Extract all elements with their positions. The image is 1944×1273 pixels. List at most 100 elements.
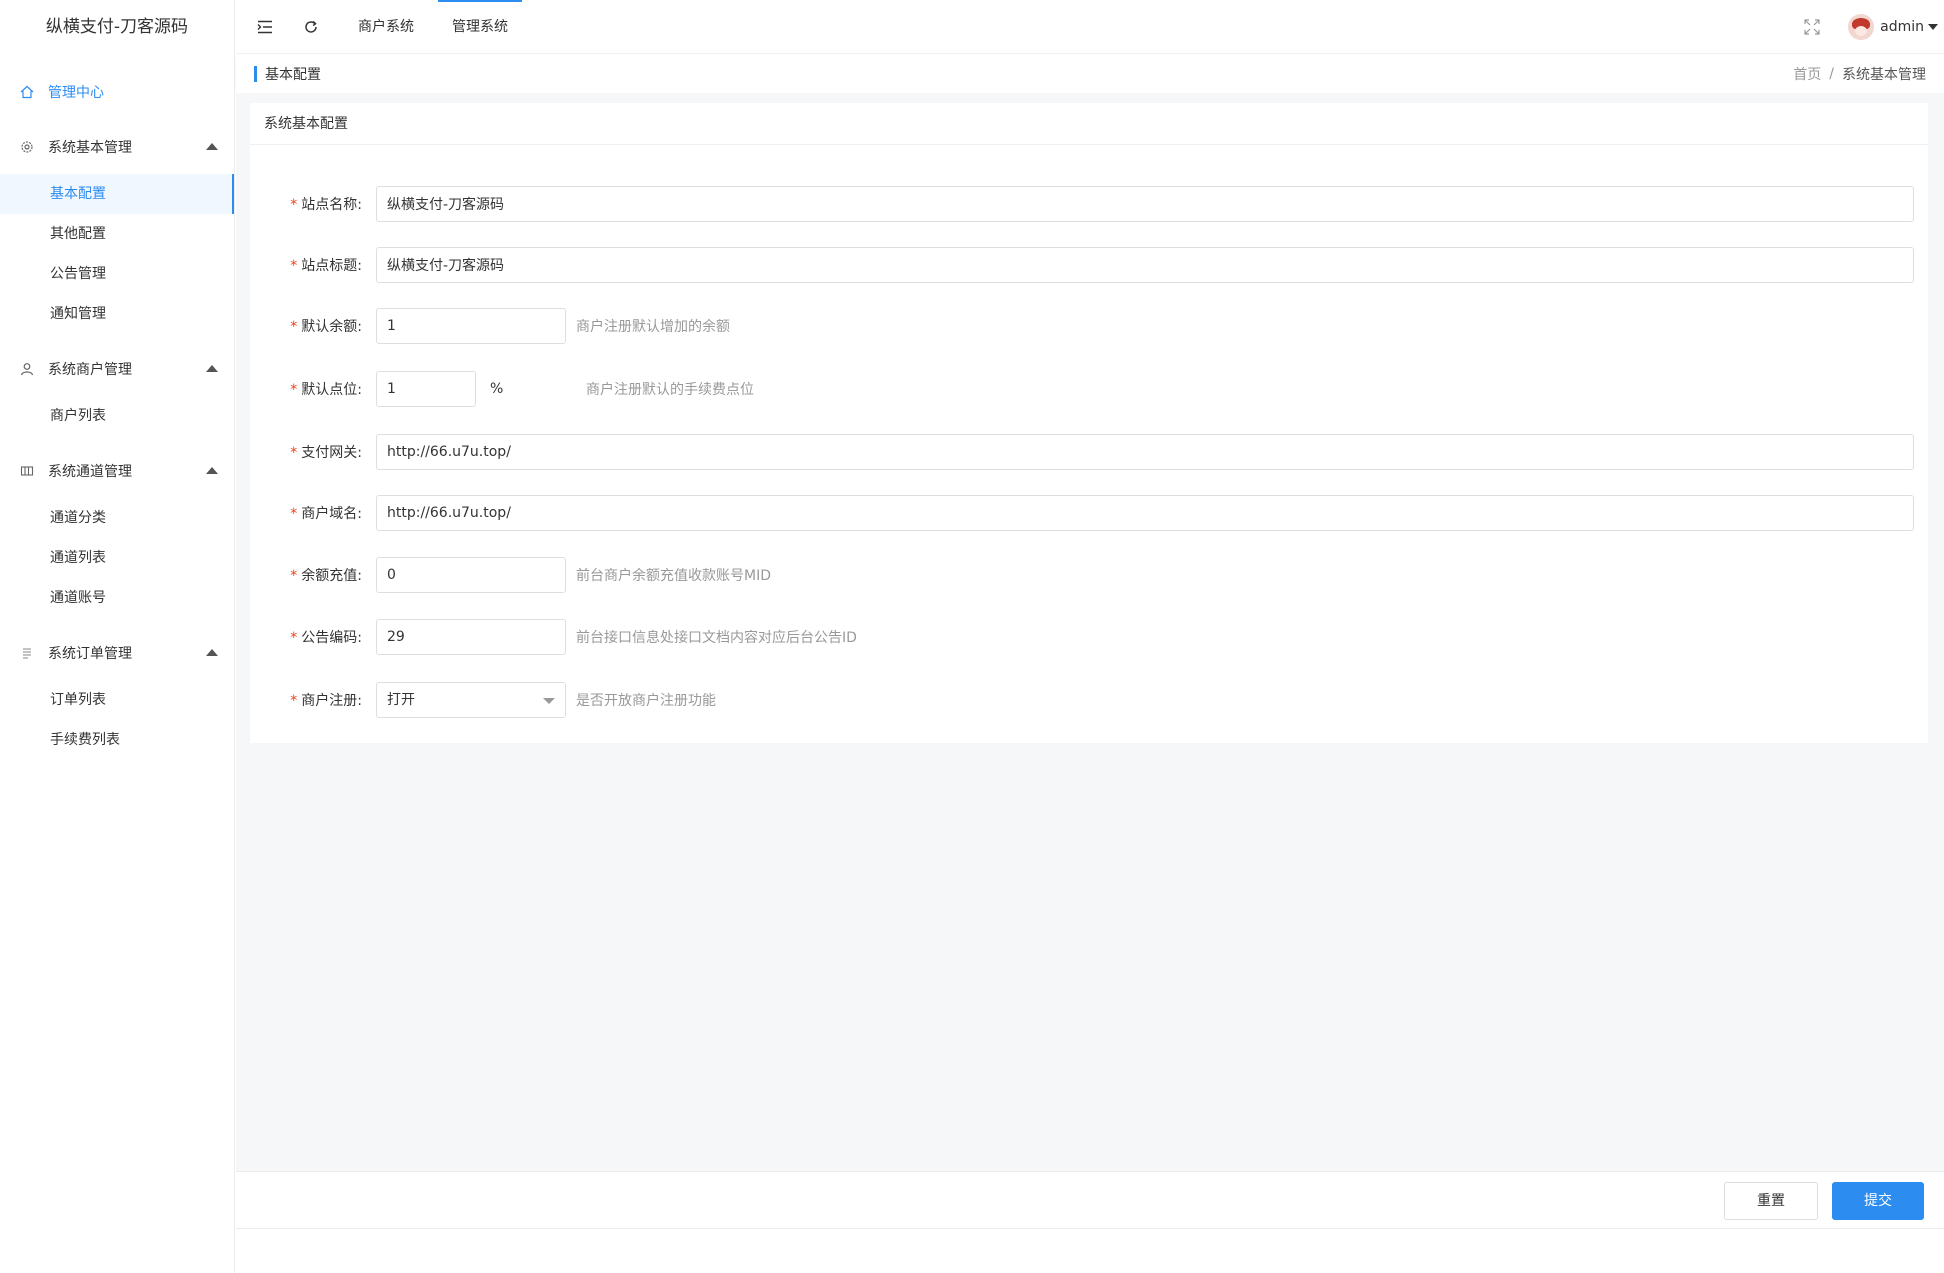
sidebar-item-announcements[interactable]: 公告管理 — [0, 254, 234, 294]
reset-button[interactable]: 重置 — [1724, 1182, 1818, 1220]
field-label: * 默认余额: — [250, 316, 376, 336]
title-accent-bar — [254, 66, 257, 82]
sidebar-item-channel-category[interactable]: 通道分类 — [0, 498, 234, 538]
submenu-order: 订单列表 手续费列表 — [0, 680, 234, 760]
sidebar-menu: 管理中心 系统基本管理 基本配置 其他配置 公告管理 通知管理 系统商户管理 商… — [0, 72, 234, 760]
form-row-merchant-domain: * 商户域名: — [250, 494, 1928, 532]
label-text: 默认点位: — [301, 382, 362, 398]
sidebar-item-channel-account[interactable]: 通道账号 — [0, 578, 234, 618]
submenu-merchant: 商户列表 — [0, 396, 234, 436]
required-mark: * — [290, 506, 298, 522]
form-row-balance-recharge: *余额充值: 前台商户余额充值收款账号MID — [250, 556, 1928, 594]
required-mark: * — [290, 630, 298, 646]
avatar[interactable] — [1848, 14, 1875, 40]
required-mark: * — [290, 445, 298, 461]
menu-collapse-icon[interactable] — [254, 16, 276, 38]
sidebar: 纵横支付-刀客源码 管理中心 系统基本管理 基本配置 其他配置 公告管理 通知管… — [0, 0, 235, 1273]
field-label: * 默认点位: — [250, 379, 376, 399]
label-text: 商户域名: — [301, 506, 362, 522]
sidebar-group-order[interactable]: 系统订单管理 — [0, 632, 234, 674]
user-icon — [20, 363, 34, 376]
sidebar-group-label: 系统商户管理 — [48, 362, 132, 378]
sidebar-item-fee-list[interactable]: 手续费列表 — [0, 720, 234, 760]
merchant-domain-input[interactable] — [376, 495, 1914, 531]
chevron-down-icon[interactable] — [1928, 24, 1938, 30]
field-label: * 余额充值: — [250, 565, 376, 585]
table-icon — [20, 466, 34, 476]
sidebar-group-label: 系统基本管理 — [48, 140, 132, 156]
form-row-site-name: * 站点名称: — [250, 185, 1928, 223]
form-row-announcement-code: *公告编码: 前台接口信息处接口文档内容对应后台公告ID — [250, 618, 1928, 656]
breadcrumb-home-link[interactable]: 首页 — [1793, 64, 1821, 84]
sidebar-item-basic-config[interactable]: 基本配置 — [0, 174, 234, 214]
refresh-icon[interactable] — [300, 16, 322, 38]
field-label: * 商户注册: — [250, 690, 376, 710]
page-header: 基本配置 首页 / 系统基本管理 — [236, 55, 1944, 93]
field-hint: 前台商户余额充值收款账号MID — [576, 568, 771, 584]
label-text: 支付网关: — [301, 445, 362, 461]
sidebar-group-label: 系统订单管理 — [48, 646, 132, 662]
config-card: 系统基本配置 *站点名称: *站点标题: *默认余额: 商户注册默认增加的余额 … — [250, 103, 1928, 743]
fullscreen-icon[interactable] — [1804, 19, 1820, 35]
top-bar: 商户系统 管理系统 admin — [236, 0, 1944, 54]
label-text: 余额充值: — [301, 568, 362, 584]
page-title: 基本配置 — [265, 67, 321, 83]
label-text: 公告编码: — [301, 630, 362, 646]
field-label: * 站点标题: — [250, 255, 376, 275]
field-hint: 是否开放商户注册功能 — [576, 693, 716, 709]
payment-gateway-input[interactable] — [376, 434, 1914, 470]
field-label: * 商户域名: — [250, 503, 376, 523]
site-title-input[interactable] — [376, 247, 1914, 283]
form-row-payment-gateway: * 支付网关: — [250, 433, 1928, 471]
breadcrumb: 首页 / 系统基本管理 — [1793, 55, 1926, 93]
label-text: 站点标题: — [301, 258, 362, 274]
required-mark: * — [290, 319, 298, 335]
field-label: * 支付网关: — [250, 442, 376, 462]
field-hint: 商户注册默认增加的余额 — [576, 319, 730, 335]
submenu-channel: 通道分类 通道列表 通道账号 — [0, 498, 234, 618]
app-logo-title[interactable]: 纵横支付-刀客源码 — [0, 0, 234, 54]
site-name-input[interactable] — [376, 186, 1914, 222]
submit-button[interactable]: 提交 — [1832, 1182, 1924, 1220]
announcement-code-input[interactable] — [376, 619, 566, 655]
label-text: 站点名称: — [301, 197, 362, 213]
form-row-merchant-registration: * 商户注册: 打开 是否开放商户注册功能 — [250, 681, 1928, 719]
required-mark: * — [290, 258, 298, 274]
main-content: 系统基本配置 *站点名称: *站点标题: *默认余额: 商户注册默认增加的余额 … — [236, 93, 1944, 1171]
top-bar-right: admin — [1804, 0, 1944, 54]
username[interactable]: admin — [1880, 19, 1924, 35]
tab-admin-system[interactable]: 管理系统 — [438, 0, 522, 54]
breadcrumb-separator: / — [1829, 66, 1834, 82]
form-row-default-balance: *默认余额: 商户注册默认增加的余额 — [250, 307, 1928, 345]
sidebar-group-channel[interactable]: 系统通道管理 — [0, 450, 234, 492]
sidebar-item-notifications[interactable]: 通知管理 — [0, 294, 234, 334]
balance-recharge-input[interactable] — [376, 557, 566, 593]
tab-merchant-system[interactable]: 商户系统 — [344, 0, 428, 54]
sidebar-item-merchant-list[interactable]: 商户列表 — [0, 396, 234, 436]
chevron-up-icon — [206, 467, 218, 474]
field-hint: 商户注册默认的手续费点位 — [586, 382, 754, 398]
label-text: 商户注册: — [301, 693, 362, 709]
default-balance-input[interactable] — [376, 308, 566, 344]
chevron-up-icon — [206, 143, 218, 150]
breadcrumb-current: 系统基本管理 — [1842, 67, 1926, 83]
card-title: 系统基本配置 — [250, 103, 1928, 145]
sidebar-group-system-basic[interactable]: 系统基本管理 — [0, 126, 234, 168]
sidebar-group-label: 系统通道管理 — [48, 464, 132, 480]
default-rate-input[interactable] — [376, 371, 476, 407]
label-text: 默认余额: — [301, 319, 362, 335]
sidebar-item-dashboard[interactable]: 管理中心 — [0, 72, 234, 112]
sidebar-item-other-config[interactable]: 其他配置 — [0, 214, 234, 254]
required-mark: * — [290, 197, 298, 213]
home-icon — [20, 85, 34, 99]
field-hint: 前台接口信息处接口文档内容对应后台公告ID — [576, 630, 857, 646]
merchant-registration-select[interactable]: 打开 — [376, 682, 566, 718]
form-footer: 重置 提交 — [236, 1171, 1944, 1229]
sidebar-item-order-list[interactable]: 订单列表 — [0, 680, 234, 720]
chevron-up-icon — [206, 365, 218, 372]
sidebar-item-channel-list[interactable]: 通道列表 — [0, 538, 234, 578]
sidebar-item-label: 管理中心 — [48, 85, 104, 101]
submenu-system-basic: 基本配置 其他配置 公告管理 通知管理 — [0, 174, 234, 334]
required-mark: * — [290, 382, 298, 398]
sidebar-group-merchant[interactable]: 系统商户管理 — [0, 348, 234, 390]
